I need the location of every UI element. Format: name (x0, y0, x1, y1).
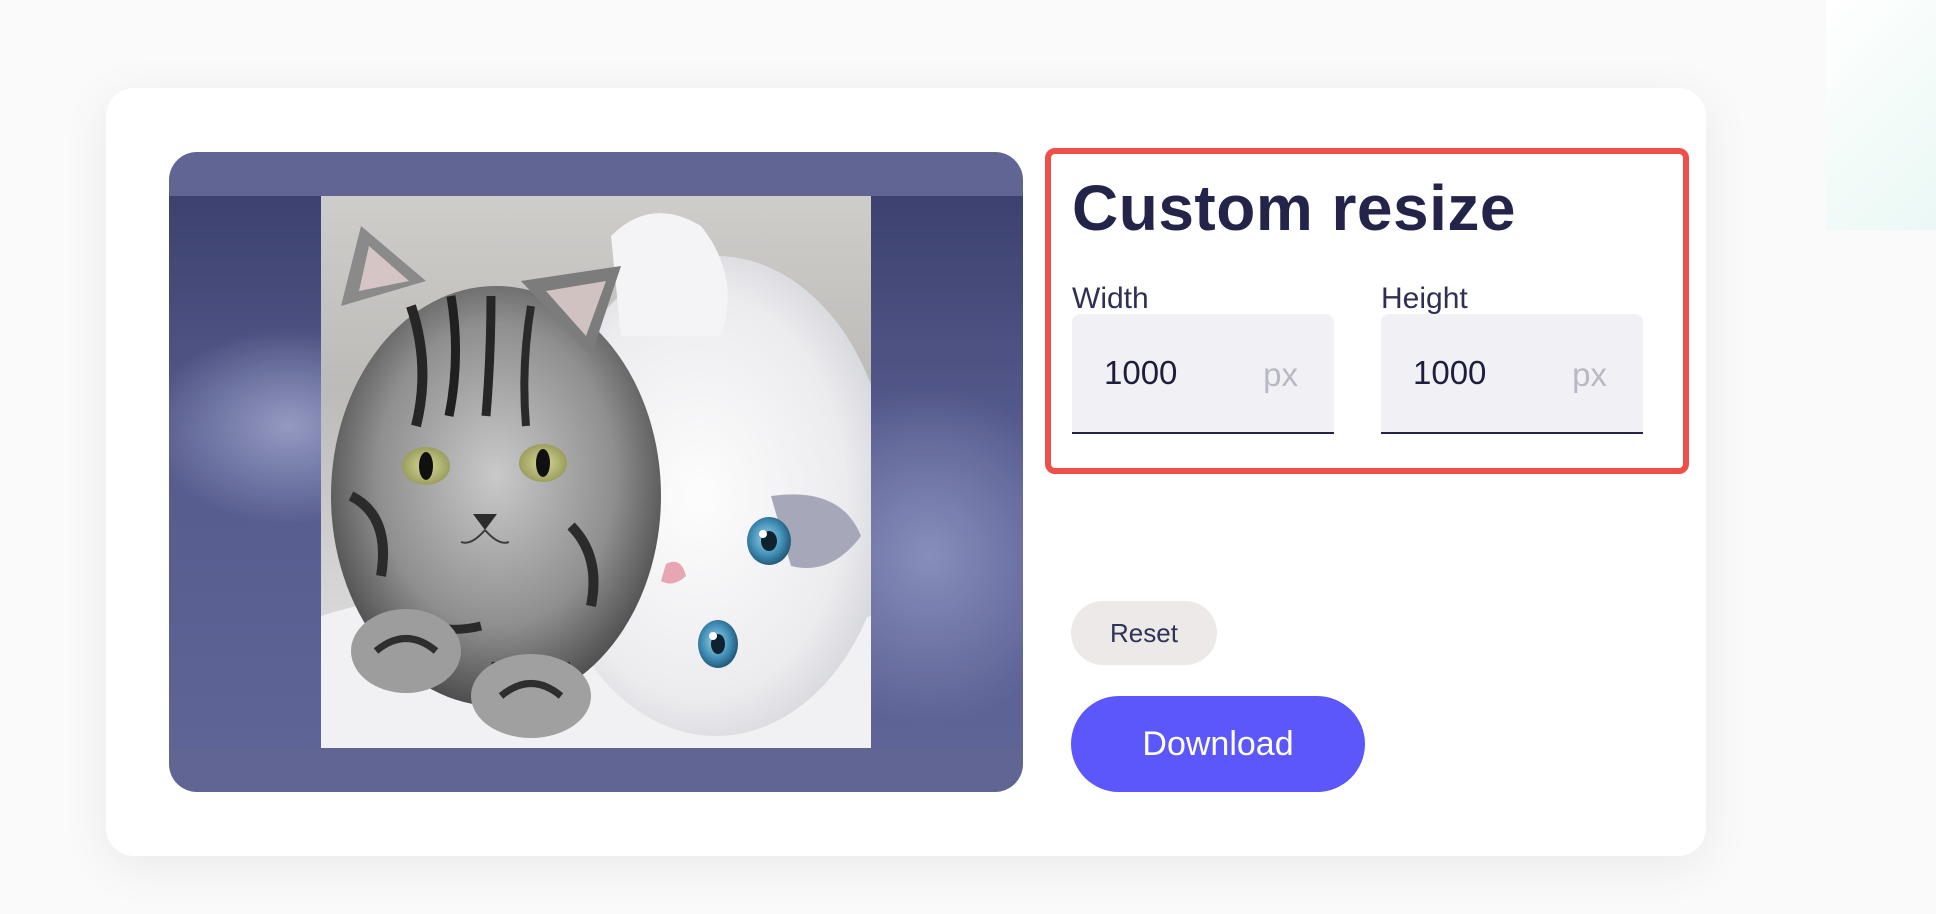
width-label: Width (1072, 282, 1149, 315)
image-preview (169, 152, 1023, 792)
custom-resize-title: Custom resize (1072, 172, 1516, 244)
height-label: Height (1381, 282, 1468, 315)
width-field[interactable]: 1000 px (1072, 314, 1334, 434)
height-unit: px (1572, 356, 1607, 393)
reset-button[interactable]: Reset (1071, 601, 1217, 665)
resize-card: Custom resize Width 1000 px Height 1000 … (106, 88, 1706, 856)
height-field[interactable]: 1000 px (1381, 314, 1643, 434)
width-value[interactable]: 1000 (1104, 354, 1177, 392)
cat-photo (321, 196, 871, 748)
height-value[interactable]: 1000 (1413, 354, 1486, 392)
download-button[interactable]: Download (1071, 696, 1365, 792)
corner-decoration (1826, 0, 1936, 230)
width-unit: px (1263, 356, 1298, 393)
